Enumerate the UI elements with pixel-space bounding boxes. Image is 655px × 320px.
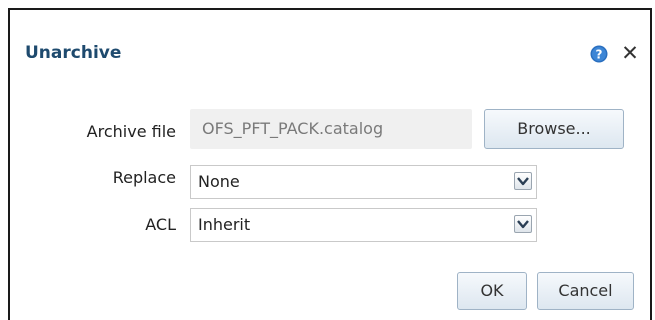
- close-icon[interactable]: ✕: [620, 40, 640, 66]
- browse-button[interactable]: Browse...: [484, 109, 624, 149]
- replace-selected-value: None: [198, 172, 240, 191]
- archive-file-label: Archive file: [86, 122, 176, 141]
- dialog-title: Unarchive: [25, 43, 122, 63]
- cancel-button[interactable]: Cancel: [537, 272, 634, 310]
- acl-selected-value: Inherit: [198, 215, 251, 234]
- replace-select[interactable]: None: [190, 165, 537, 199]
- ok-button[interactable]: OK: [457, 272, 527, 310]
- acl-select[interactable]: Inherit: [190, 208, 537, 242]
- unarchive-dialog: Unarchive ? ✕ Archive file OFS_PFT_PACK.…: [8, 8, 652, 320]
- replace-label: Replace: [112, 168, 176, 187]
- svg-text:?: ?: [596, 48, 603, 62]
- acl-label: ACL: [145, 215, 176, 234]
- chevron-down-icon[interactable]: [514, 172, 532, 190]
- help-icon[interactable]: ?: [590, 45, 608, 63]
- archive-file-field: OFS_PFT_PACK.catalog: [190, 109, 472, 149]
- chevron-down-icon[interactable]: [514, 215, 532, 233]
